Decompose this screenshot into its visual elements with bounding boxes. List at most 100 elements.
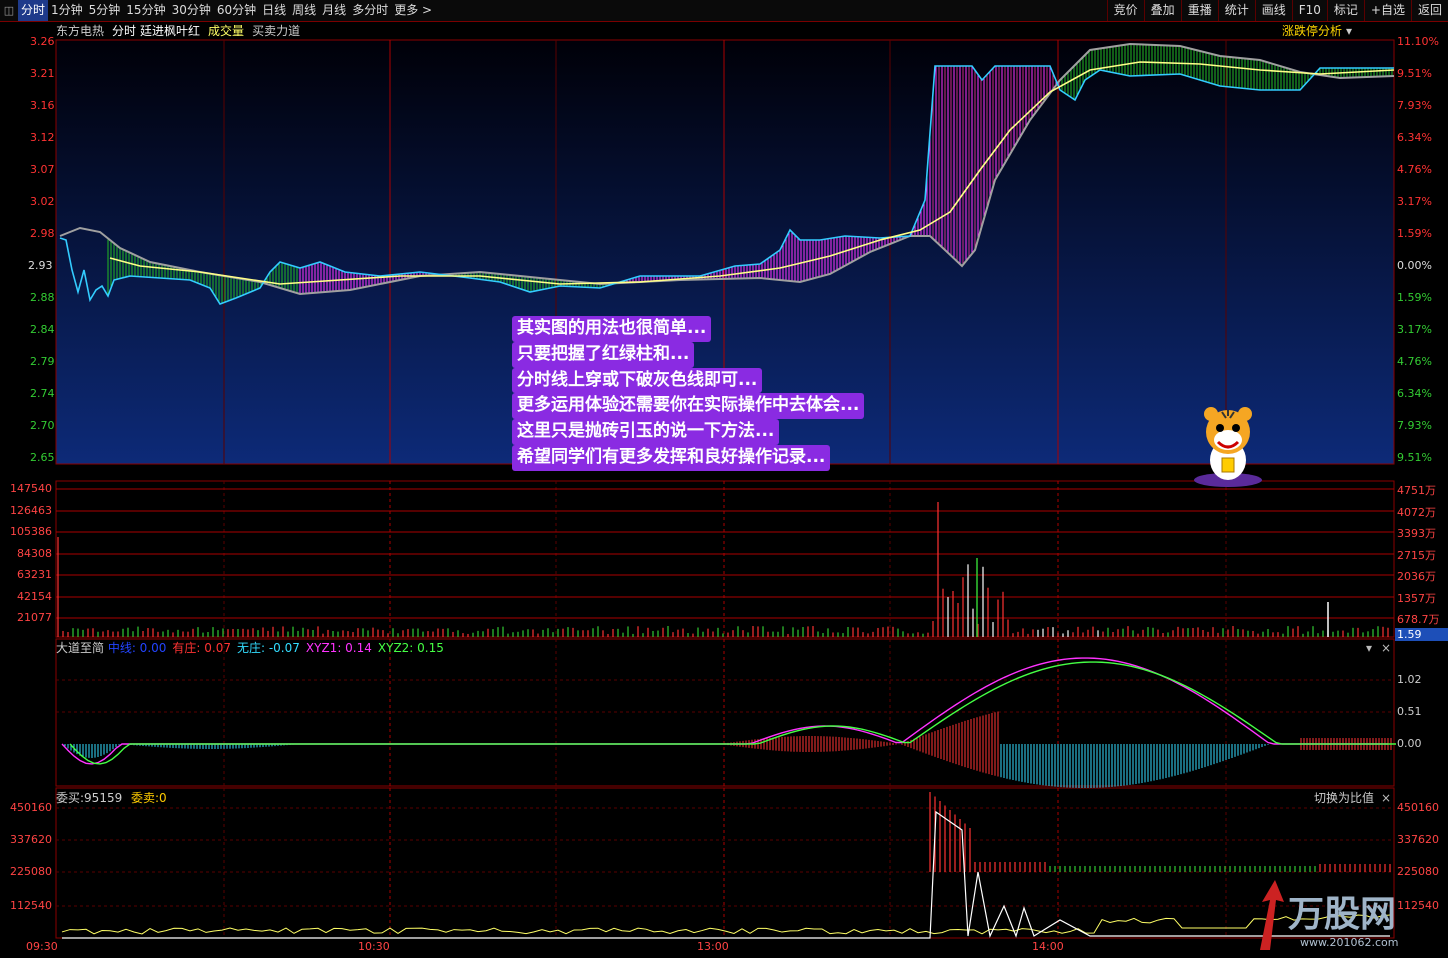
switch-ratio-button[interactable]: 切换为比值	[1314, 790, 1374, 806]
tab-1[interactable]: 1分钟	[48, 0, 86, 21]
toolbar-button-5[interactable]: F10	[1291, 0, 1327, 21]
watermark-url: www.201062.com	[1300, 936, 1398, 949]
time-tick-1: 10:30	[358, 940, 390, 953]
volume-amount-tick-1: 4072万	[1397, 506, 1436, 519]
indicator2-item-4: XYZ2: 0.15	[377, 641, 444, 655]
tab-4[interactable]: 30分钟	[169, 0, 214, 21]
close-icon[interactable]: ×	[1381, 641, 1391, 655]
percent-tick-6: 1.59%	[1397, 227, 1432, 240]
volume-tick-3: 84308	[17, 547, 52, 560]
annotation-line-1: 只要把握了红绿柱和...	[512, 341, 695, 368]
indicator2-item-0: 中线: 0.00	[107, 641, 167, 655]
tab-7[interactable]: 周线	[289, 0, 319, 21]
chart-toggle-icon[interactable]: ◫	[0, 0, 18, 21]
indicator3-right-tick-3: 112540	[1397, 899, 1439, 912]
average-line	[109, 61, 1395, 285]
close-icon[interactable]: ×	[1381, 791, 1391, 805]
volume-tick-4: 63231	[17, 568, 52, 581]
intraday-chart: 万股网 www.201062.com	[55, 39, 1398, 950]
percent-tick-12: 7.93%	[1397, 419, 1432, 432]
annotation-line-2: 分时线上穿或下破灰色线即可...	[512, 367, 763, 394]
toolbar-right-buttons: 竞价 叠加 重播 统计 画线 F10 标记 +自选 返回	[1106, 0, 1448, 21]
volume-tick-1: 126463	[10, 504, 52, 517]
indicator-name: 廷进枫叶红	[140, 24, 201, 38]
annotation-line-3: 更多运用体验还需要你在实际操作中去体会...	[512, 393, 865, 420]
percent-tick-5: 3.17%	[1397, 195, 1432, 208]
indicator2-legend: 大道至简 中线: 0.00 有庄: 0.07 无庄: -0.07 XYZ1: 0.14…	[56, 640, 450, 656]
toolbar-button-3[interactable]: 统计	[1217, 0, 1255, 21]
tab-10[interactable]: 更多 >	[391, 0, 435, 21]
annotation-line-0: 其实图的用法也很简单...	[512, 316, 712, 342]
tiger-mascot-icon	[1194, 407, 1262, 487]
indicator2-item-1: 有庄: 0.07	[172, 641, 231, 655]
indicator3-right-tick-2: 225080	[1397, 865, 1439, 878]
indicator2-tick-0: 1.02	[1397, 673, 1422, 686]
percent-tick-11: 6.34%	[1397, 387, 1432, 400]
percent-tick-2: 7.93%	[1397, 99, 1432, 112]
buy-line	[61, 914, 1391, 935]
toolbar-button-8[interactable]: 返回	[1410, 0, 1448, 21]
toolbar-button-4[interactable]: 画线	[1254, 0, 1292, 21]
time-tick-2: 13:00	[697, 940, 729, 953]
panel-frame	[55, 480, 1395, 638]
percent-tick-10: 4.76%	[1397, 355, 1432, 368]
volume-tick-6: 21077	[17, 611, 52, 624]
tab-9[interactable]: 多分时	[349, 0, 391, 21]
percent-tick-3: 6.34%	[1397, 131, 1432, 144]
chevron-down-icon[interactable]: ▾	[1366, 641, 1372, 655]
panel-frame	[55, 787, 1395, 939]
limit-analysis-button[interactable]: 涨跌停分析 ▾	[1282, 22, 1352, 40]
price-tick-10: 2.79	[30, 355, 55, 368]
indicator3-left-tick-1: 337620	[10, 833, 52, 846]
annotation-line-5: 希望同学们有更多发挥和良好操作记录...	[512, 444, 831, 471]
percent-tick-13: 9.51%	[1397, 451, 1432, 464]
tab-3[interactable]: 15分钟	[123, 0, 168, 21]
price-tick-5: 3.02	[30, 195, 55, 208]
indicator2-item-3: XYZ1: 0.14	[305, 641, 372, 655]
xyz2-line	[69, 661, 1396, 765]
indicator3-right-tick-0: 450160	[1397, 801, 1439, 814]
price-tick-4: 3.07	[30, 163, 55, 176]
volume-tick-5: 42154	[17, 590, 52, 603]
tab-0[interactable]: 分时	[18, 0, 49, 21]
price-tick-6: 2.98	[30, 227, 55, 240]
top-toolbar: ◫ 分时 1分钟 5分钟 15分钟 30分钟 60分钟 日线 周线 月线 多分时 更多 > 竞价 叠加…	[0, 0, 1448, 22]
indicator2-tick-1: 0.51	[1397, 705, 1422, 718]
percent-tick-0: 11.10%	[1397, 35, 1439, 48]
chevron-down-icon: ▾	[1345, 24, 1352, 38]
price-tick-9: 2.84	[30, 323, 55, 336]
toolbar-button-6[interactable]: 标记	[1326, 0, 1364, 21]
indicator2-name: 大道至简	[56, 641, 108, 655]
indicator2-tick-2: 0.00	[1397, 737, 1422, 750]
price-tick-0: 3.26	[30, 35, 55, 48]
sell-line	[62, 810, 1390, 939]
tab-2[interactable]: 5分钟	[86, 0, 124, 21]
price-tick-7: 2.93	[28, 259, 53, 272]
toolbar-button-1[interactable]: 叠加	[1143, 0, 1181, 21]
volume-amount-tick-4: 2036万	[1397, 570, 1436, 583]
price-tick-1: 3.21	[30, 67, 55, 80]
toolbar-button-2[interactable]: 重播	[1180, 0, 1218, 21]
percent-tick-7: 0.00%	[1397, 259, 1432, 272]
force-label: 买卖力道	[252, 24, 301, 38]
percent-tick-8: 1.59%	[1397, 291, 1432, 304]
indicator3-left-tick-0: 450160	[10, 801, 52, 814]
volume-tick-2: 105386	[10, 525, 52, 538]
toolbar-button-0[interactable]: 竞价	[1106, 0, 1144, 21]
price-tick-12: 2.70	[30, 419, 55, 432]
indicator3-left-tick-3: 112540	[10, 899, 52, 912]
volume-amount-tick-6: 678.7万	[1397, 613, 1440, 626]
indicator3-right-tick-1: 337620	[1397, 833, 1439, 846]
tab-8[interactable]: 月线	[319, 0, 349, 21]
price-tick-8: 2.88	[30, 291, 55, 304]
tab-5[interactable]: 60分钟	[214, 0, 259, 21]
price-tick-13: 2.65	[30, 451, 55, 464]
panel-frame	[55, 638, 1395, 787]
tab-6[interactable]: 日线	[259, 0, 289, 21]
toolbar-button-7[interactable]: +自选	[1363, 0, 1411, 21]
time-tick-3: 14:00	[1032, 940, 1064, 953]
indicator2-item-2: 无庄: -0.07	[236, 641, 300, 655]
volume-amount-tick-5: 1357万	[1397, 592, 1436, 605]
watermark-logo: 万股网 www.201062.com	[1260, 880, 1398, 950]
time-tick-0: 09:30	[26, 940, 58, 953]
